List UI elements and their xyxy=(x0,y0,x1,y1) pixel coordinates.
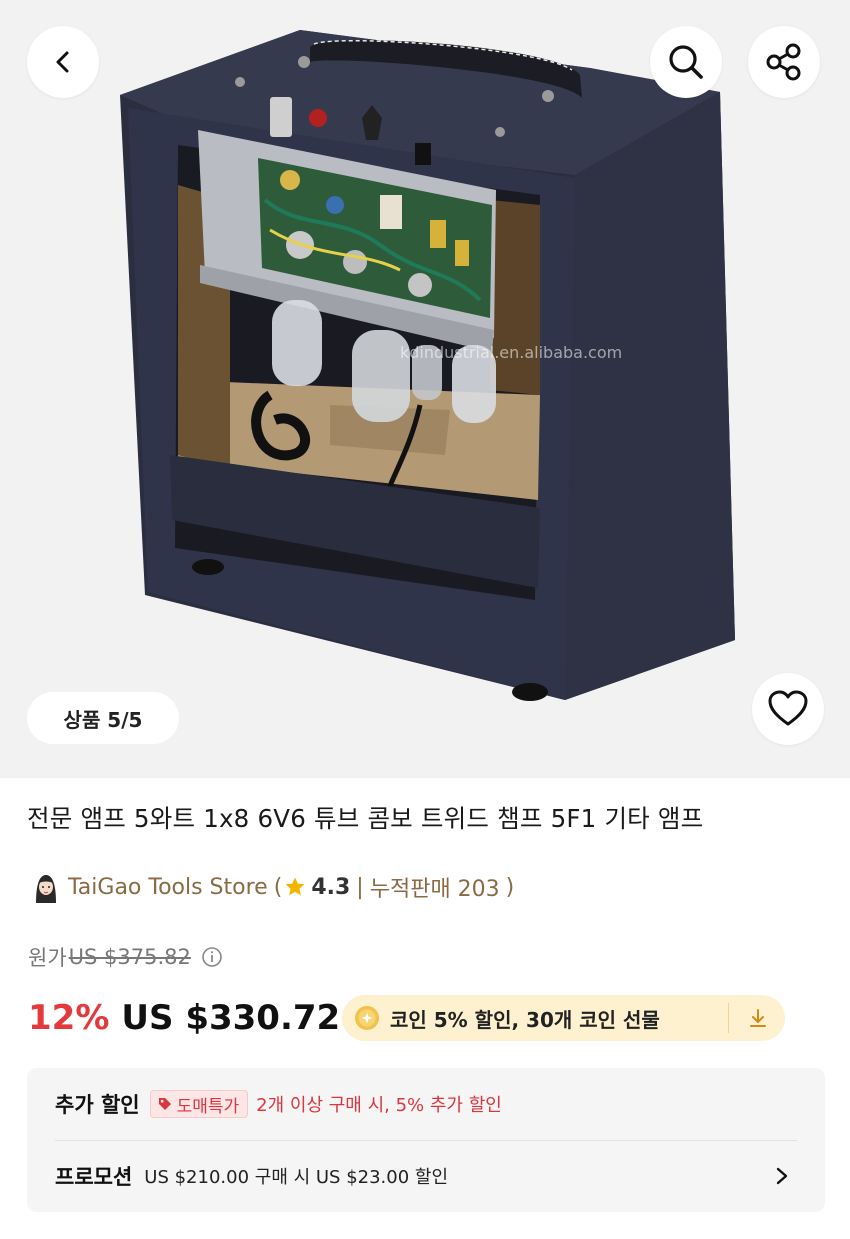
download-icon[interactable] xyxy=(746,1006,770,1030)
image-counter-text: 상품 5/5 xyxy=(63,707,143,732)
share-icon xyxy=(766,43,801,81)
back-button[interactable] xyxy=(27,26,99,98)
favorite-button[interactable] xyxy=(752,673,824,745)
heart-icon xyxy=(768,690,808,726)
tag-icon xyxy=(157,1096,173,1112)
coin-icon xyxy=(354,1005,380,1031)
product-image: kdindustrial.en.alibaba.com xyxy=(120,30,735,701)
wholesale-tag: 도매특가 xyxy=(149,1090,249,1118)
coin-offer-badge[interactable]: 코인 5% 할인, 30개 코인 선물 xyxy=(342,995,785,1041)
discount-percent: 12% xyxy=(28,998,110,1038)
discount-card: 추가 할인 도매특가 2개 이상 구매 시, 5% 추가 할인 프로모션 US … xyxy=(27,1068,825,1212)
extra-discount-label: 추가 할인 xyxy=(55,1093,140,1117)
store-name[interactable]: TaiGao Tools Store xyxy=(68,875,268,900)
original-price-row: 원가 US $375.82 xyxy=(28,941,223,973)
current-price: US $330.72 xyxy=(121,998,341,1038)
chevron-right-icon[interactable] xyxy=(771,1164,793,1188)
product-title: 전문 앰프 5와트 1x8 6V6 튜브 콤보 트위드 챔프 5F1 기타 앰프 xyxy=(27,804,704,833)
search-button[interactable] xyxy=(650,26,722,98)
card-divider xyxy=(55,1140,797,1141)
promotion-label: 프로모션 xyxy=(55,1165,133,1189)
extra-discount-row: 추가 할인 도매특가 2개 이상 구매 시, 5% 추가 할인 xyxy=(55,1086,502,1122)
store-info[interactable]: TaiGao Tools Store ( 4.3 | 누적판매 203 ) xyxy=(30,869,514,905)
share-button[interactable] xyxy=(748,26,820,98)
store-close-paren: ) xyxy=(505,874,515,900)
chevron-left-icon xyxy=(56,51,69,73)
original-price-label: 원가 xyxy=(28,946,67,970)
store-avatar-icon xyxy=(30,871,62,903)
store-sales: 누적판매 203 xyxy=(369,877,500,902)
price-row: 12% US $330.72 xyxy=(28,992,340,1044)
star-icon xyxy=(284,876,306,898)
extra-discount-text: 2개 이상 구매 시, 5% 추가 할인 xyxy=(256,1095,502,1116)
coin-offer-text: 코인 5% 할인, 30개 코인 선물 xyxy=(390,1007,660,1032)
original-price: US $375.82 xyxy=(68,945,191,969)
wholesale-tag-text: 도매특가 xyxy=(176,1096,240,1117)
store-rating: 4.3 xyxy=(311,874,351,900)
store-open-paren: ( xyxy=(273,874,283,900)
search-icon xyxy=(669,45,703,79)
image-counter: 상품 5/5 xyxy=(27,692,179,744)
promotion-text: US $210.00 구매 시 US $23.00 할인 xyxy=(144,1167,449,1188)
info-icon[interactable] xyxy=(201,946,223,968)
watermark-text: kdindustrial.en.alibaba.com xyxy=(400,343,622,362)
coin-badge-divider xyxy=(728,1003,729,1033)
store-separator: | xyxy=(356,874,364,900)
product-image-gallery[interactable]: kdindustrial.en.alibaba.com 상품 5/5 xyxy=(0,0,850,778)
promotion-row[interactable]: 프로모션 US $210.00 구매 시 US $23.00 할인 xyxy=(55,1158,448,1194)
